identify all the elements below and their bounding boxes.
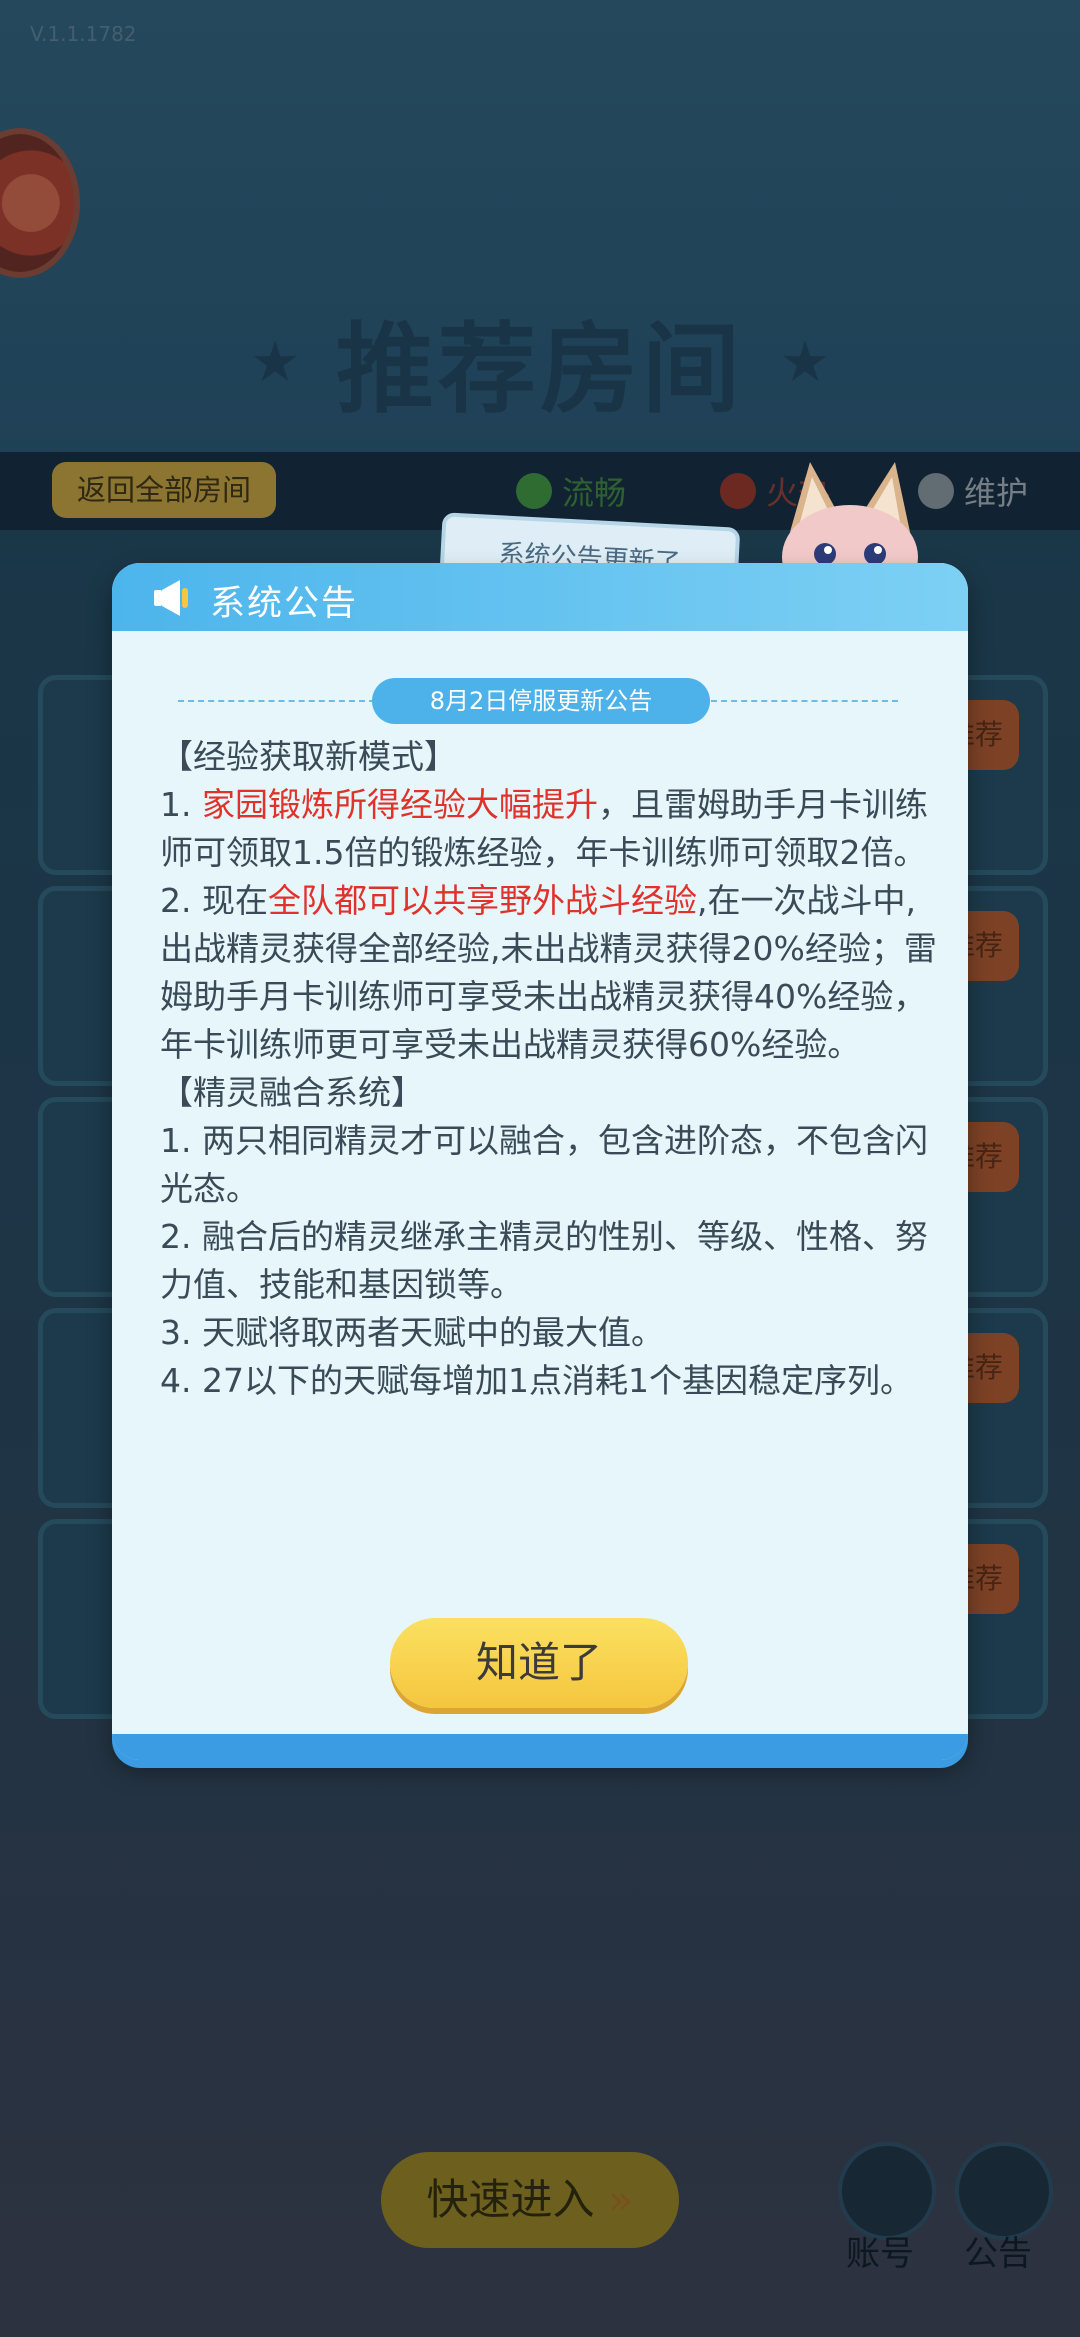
- paragraph: 2. 现在全队都可以共享野外战斗经验,在一次战斗中,出战精灵获得全部经验,未出战…: [160, 881, 937, 1064]
- dialog-title: 系统公告: [210, 584, 359, 624]
- notice-title: 8月2日停服更新公告: [372, 678, 710, 724]
- paragraph: 4. 27以下的天赋每增加1点消耗1个基因稳定序列。: [160, 1361, 913, 1400]
- paragraph: 2. 融合后的精灵继承主精灵的性别、等级、性格、努力值、技能和基因锁等。: [160, 1217, 928, 1304]
- dialog-header: 系统公告: [112, 563, 968, 631]
- highlight-text: 全队都可以共享野外战斗经验: [267, 881, 697, 920]
- highlight-text: 家园锻炼所得经验大幅提升: [201, 785, 598, 824]
- paragraph: 3. 天赋将取两者天赋中的最大值。: [160, 1313, 664, 1352]
- section-heading: 【经验获取新模式】: [160, 737, 457, 776]
- announcement-body[interactable]: 【经验获取新模式】 1. 家园锻炼所得经验大幅提升，且雷姆助手月卡训练师可领取1…: [160, 733, 940, 1571]
- dialog-bottom-edge: [112, 1734, 968, 1760]
- megaphone-icon: [154, 580, 188, 616]
- paragraph: 1. 家园锻炼所得经验大幅提升，且雷姆助手月卡训练师可领取1.5倍的锻炼经验，年…: [160, 785, 928, 872]
- paragraph: 1. 两只相同精灵才可以融合，包含进阶态，不包含闪光态。: [160, 1121, 928, 1208]
- section-heading: 【精灵融合系统】: [160, 1073, 424, 1112]
- system-announcement-dialog: 系统公告 8月2日停服更新公告 【经验获取新模式】 1. 家园锻炼所得经验大幅提…: [112, 563, 968, 1760]
- got-it-button[interactable]: 知道了: [390, 1618, 688, 1708]
